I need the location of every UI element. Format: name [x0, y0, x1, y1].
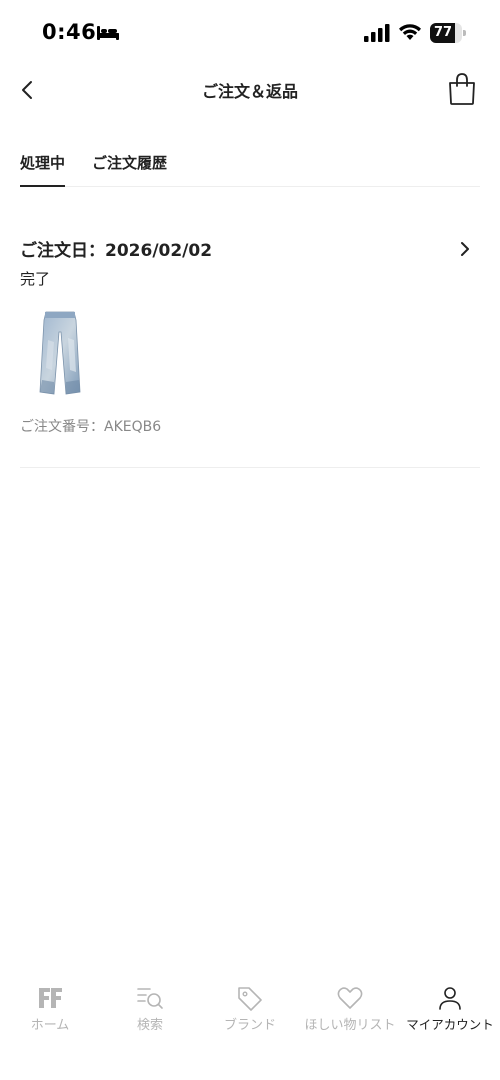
bottom-nav: ホーム 検索 ブランド ほしい物リスト マイアカウント — [0, 978, 500, 1048]
bed-icon — [97, 26, 119, 40]
page-title: ご注文＆返品 — [201, 82, 298, 101]
nav-label-brand: ブランド — [223, 1018, 276, 1033]
battery-percent: 77 — [433, 25, 453, 40]
order-tabs: 処理中 ご注文履歴 — [20, 146, 480, 187]
person-icon — [439, 987, 461, 1010]
jeans-image[interactable] — [36, 310, 84, 396]
ff-logo-icon — [39, 988, 62, 1008]
search-list-icon — [137, 988, 163, 1009]
order-card[interactable]: ご注文日：2026/02/02 完了 ご注文番号：AKEQB6 — [20, 230, 480, 468]
nav-item-account[interactable]: マイアカウント — [400, 978, 500, 1040]
nav-item-brand[interactable]: ブランド — [200, 978, 300, 1040]
signal-icon — [364, 24, 390, 42]
order-date-row[interactable]: ご注文日：2026/02/02 — [20, 236, 480, 262]
shopping-bag-icon[interactable] — [446, 72, 478, 106]
heart-icon — [337, 987, 363, 1009]
tab-order-history[interactable]: ご注文履歴 — [92, 152, 167, 185]
tab-processing[interactable]: 処理中 — [20, 152, 66, 187]
nav-item-search[interactable]: 検索 — [100, 978, 200, 1040]
nav-label-wishlist: ほしい物リスト — [304, 1018, 396, 1033]
order-number: ご注文番号：AKEQB6 — [20, 419, 162, 435]
tag-icon — [238, 987, 262, 1011]
nav-label-account: マイアカウント — [406, 1017, 494, 1032]
status-bar: 0:46 77 — [0, 0, 500, 64]
nav-label-search: 検索 — [136, 1018, 163, 1033]
chevron-right-icon[interactable] — [456, 239, 474, 259]
order-status: 完了 — [20, 270, 51, 288]
battery-indicator: 77 — [430, 23, 466, 43]
nav-item-wishlist[interactable]: ほしい物リスト — [300, 978, 400, 1040]
nav-item-home[interactable]: ホーム — [0, 978, 100, 1040]
wifi-icon — [399, 24, 421, 40]
nav-label-home: ホーム — [30, 1018, 70, 1033]
order-date: ご注文日：2026/02/02 — [20, 241, 213, 261]
header: ご注文＆返品 — [0, 64, 500, 116]
status-time: 0:46 — [42, 20, 97, 44]
